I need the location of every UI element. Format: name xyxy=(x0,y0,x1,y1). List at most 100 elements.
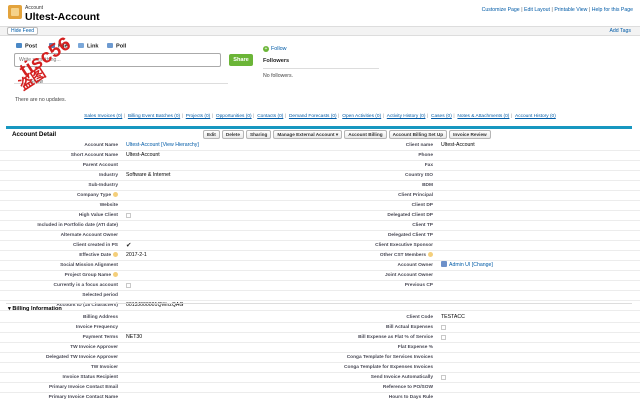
field-row: Currently is a focus account Previous CP xyxy=(0,281,640,291)
help-icon[interactable] xyxy=(113,251,118,257)
related-link-billing-event-batches[interactable]: Billing Event Batches (0) xyxy=(128,114,180,119)
billing-section-heading[interactable]: Billing Information xyxy=(8,306,61,312)
poll-icon xyxy=(107,43,113,48)
field-value-account-name[interactable]: Ultest-Account [View Hierarchy] xyxy=(126,141,199,150)
tab-post[interactable]: Post xyxy=(16,43,37,50)
field-label-account-owner: Account Owner xyxy=(397,263,433,268)
field-label-phone: Phone xyxy=(418,153,433,158)
edit-layout-link[interactable]: Edit Layout xyxy=(524,7,550,13)
account-billing-setup-button[interactable]: Account Billing Set Up xyxy=(388,130,448,139)
no-updates-text: There are no updates. xyxy=(15,97,67,103)
field-row: Industry Software & Internet Country ISO xyxy=(0,171,640,181)
related-link-open-activities[interactable]: Open Activities (0) xyxy=(342,114,381,119)
field-value-account-owner[interactable]: Admin UI [Change] xyxy=(441,261,493,270)
related-link-sales-invoices[interactable]: Sales Invoices (0) xyxy=(84,114,122,119)
field-row: Alternate Account Owner Delegated Client … xyxy=(0,231,640,241)
field-row: Account Name Ultest-Account [View Hierarc… xyxy=(0,141,640,151)
field-label-client-principal: Client Principal xyxy=(398,193,433,198)
related-link-notes-attachments[interactable]: Notes & Attachments (0) xyxy=(457,114,509,119)
field-label-delegated-client-dp: Delegated Client DP xyxy=(387,213,433,218)
delete-button[interactable]: Delete xyxy=(221,130,244,139)
field-row: Parent Account Fax xyxy=(0,161,640,171)
field-row: Delegated TW Invoice Approver Conga Templ… xyxy=(0,353,640,363)
field-label-other-cst-members: Other CST Members xyxy=(380,251,433,260)
divider xyxy=(6,303,632,304)
checkmark-icon: ✔ xyxy=(126,242,132,249)
field-label-client-created-in-ps: Client created in PS xyxy=(72,243,118,248)
printable-view-link[interactable]: Printable View xyxy=(554,7,587,13)
tab-link[interactable]: Link xyxy=(78,43,99,50)
manage-external-account-button[interactable]: Manage External Account ▾ xyxy=(273,130,343,139)
share-button[interactable]: Share xyxy=(229,54,253,66)
field-label-social-mission-alignment: Social Mission Alignment xyxy=(60,263,118,268)
follow-link[interactable]: Follow xyxy=(263,46,287,52)
field-label-delegated-tw-invoice-approver: Delegated TW Invoice Approver xyxy=(45,355,118,360)
field-label-website: Website xyxy=(99,203,118,208)
related-link-cases[interactable]: Cases (0) xyxy=(431,114,452,119)
field-label-account-name: Account Name xyxy=(84,143,118,148)
field-label-short-account-name: Short Account Name xyxy=(70,153,118,158)
field-label-conga-template-for-services-invoices: Conga Template for Services Invoices xyxy=(346,355,433,360)
detail-button-bar: Edit Delete Sharing Manage External Acco… xyxy=(203,130,491,139)
field-row: High Value Client Delegated Client DP xyxy=(0,211,640,221)
related-link-demand-forecasts[interactable]: Demand Forecasts (0) xyxy=(289,114,337,119)
edit-button[interactable]: Edit xyxy=(203,130,220,139)
field-label-project-group-name: Project Group Name xyxy=(65,271,118,280)
checkbox xyxy=(126,213,131,218)
account-billing-button[interactable]: Account Billing xyxy=(344,130,387,139)
followers-heading: Followers xyxy=(263,58,290,64)
add-tags-link[interactable]: Add Tags xyxy=(609,28,631,34)
field-row: Included in Portfolio date (ATI date) Cli… xyxy=(0,221,640,231)
field-label-client-code: Client Code xyxy=(406,315,433,320)
help-link[interactable]: Help for this Page xyxy=(592,7,633,13)
page-title: Ultest-Account xyxy=(25,11,100,23)
field-row: Social Mission Alignment Account Owner Adm… xyxy=(0,261,640,271)
related-link-opportunities[interactable]: Opportunities (0) xyxy=(216,114,252,119)
field-label-hours-to-days-rule: Hours to Days Rule xyxy=(388,395,433,400)
field-row: Invoice Status Recipient Send Invoice Aut… xyxy=(0,373,640,383)
invoice-review-button[interactable]: Invoice Review xyxy=(449,130,491,139)
field-label-included-in-portfolio-date-ati-date: Included in Portfolio date (ATI date) xyxy=(37,223,118,228)
no-followers-text: No followers. xyxy=(263,73,293,79)
field-label-parent-account: Parent Account xyxy=(82,163,118,168)
field-value-client-name: Ultest-Account xyxy=(441,142,475,148)
checkbox xyxy=(441,325,446,330)
field-label-primary-invoice-contact-name: Primary Invoice Contact Name xyxy=(48,395,118,400)
field-label-tw-invoicer: TW Invoicer xyxy=(90,365,118,370)
field-row: Selected period xyxy=(0,291,640,301)
sharing-button[interactable]: Sharing xyxy=(245,130,272,139)
help-icon[interactable] xyxy=(113,191,118,197)
field-row: TW Invoicer Conga Template for Expenses I… xyxy=(0,363,640,373)
field-value-effective-date: 2017-2-1 xyxy=(126,252,147,258)
field-row: Invoice Frequency Bill Actual Expenses xyxy=(0,323,640,333)
field-row: Primary Invoice Contact Email Reference t… xyxy=(0,383,640,393)
related-link-contacts[interactable]: Contacts (0) xyxy=(257,114,283,119)
checkbox xyxy=(126,283,131,288)
field-label-tw-invoice-approver: TW Invoice Approver xyxy=(70,345,118,350)
checkbox xyxy=(441,375,446,380)
field-label-country-iso: Country ISO xyxy=(405,173,433,178)
customize-page-link[interactable]: Customize Page xyxy=(482,7,520,13)
field-label-reference-to-po-sow: Reference to PO/SOW xyxy=(382,385,433,390)
field-row: Payment Terms NET30 Bill Expense as Flat %… xyxy=(0,333,640,343)
field-label-previous-cp: Previous CP xyxy=(404,283,433,288)
field-label-alternate-account-owner: Alternate Account Owner xyxy=(60,233,118,238)
detail-panel-title: Account Detail xyxy=(12,131,57,138)
field-label-client-tp: Client TP xyxy=(412,223,433,228)
field-label-payment-terms: Payment Terms xyxy=(82,335,118,340)
tab-poll[interactable]: Poll xyxy=(107,43,126,50)
related-link-activity-history[interactable]: Activity History (0) xyxy=(387,114,426,119)
related-link-account-history[interactable]: Account History (0) xyxy=(515,114,556,119)
related-link-projects[interactable]: Projects (0) xyxy=(186,114,211,119)
hide-feed-button[interactable]: Hide Feed xyxy=(7,27,39,35)
feed-toolbar xyxy=(0,26,640,36)
field-label-primary-invoice-contact-email: Primary Invoice Contact Email xyxy=(48,385,118,390)
field-row: Website Client DP xyxy=(0,201,640,211)
field-row: Client created in PS ✔ Client Executive Sp… xyxy=(0,241,640,251)
divider xyxy=(14,83,228,84)
help-icon[interactable] xyxy=(428,251,433,257)
field-row: Company Type Client Principal xyxy=(0,191,640,201)
field-label-bill-actual-expenses: Bill Actual Expenses xyxy=(385,325,433,330)
field-label-invoice-status-recipient: Invoice Status Recipient xyxy=(62,375,118,380)
help-icon[interactable] xyxy=(113,271,118,277)
